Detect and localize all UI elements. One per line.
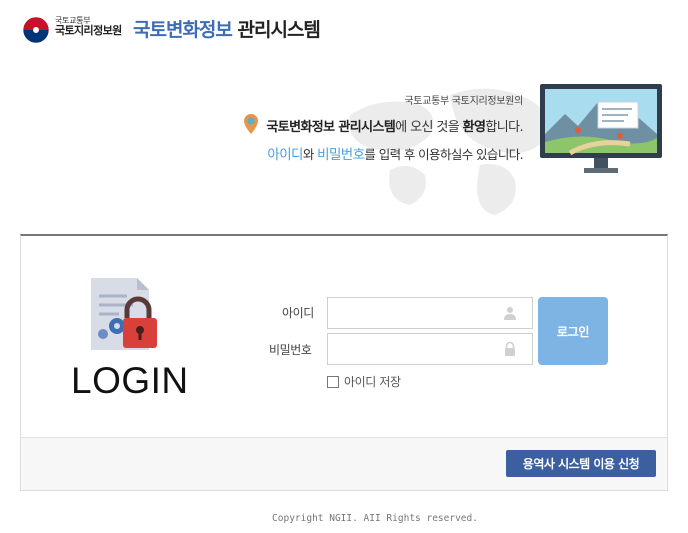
welcome-text-mid: 에 오신 것을 [395,120,463,135]
contractor-access-request-button[interactable]: 용역사 시스템 이용 신청 [506,450,656,477]
instruction-id: 아이디 [267,147,303,163]
system-title-rest: 관리시스템 [237,19,321,41]
id-label: 아이디 [282,306,314,320]
password-label: 비밀번호 [269,343,312,357]
header: 국토교통부 국토지리정보원 국토변화정보 관리시스템 [0,0,688,70]
lock-icon [505,342,515,356]
org-name: 국토지리정보원 [55,24,122,38]
login-heading: LOGIN [71,360,189,401]
lock-document-illustration [91,278,157,350]
login-button[interactable]: 로그인 [538,297,608,365]
save-id-option[interactable]: 아이디 저장 [327,373,401,390]
copyright: Copyright NGII. AII Rights reserved. [272,513,478,524]
map-pin-icon [244,114,259,134]
welcome-line-greeting: 국토변화정보 관리시스템에 오신 것을 환영합니다. [244,114,524,135]
system-title: 국토변화정보 관리시스템 [133,15,321,42]
system-title-highlight: 국토변화정보 [133,19,233,41]
welcome-line-instruction: 아이디와 비밀번호를 입력 후 이용하실수 있습니다. [266,143,523,163]
welcome-line-org: 국토교통부 국토지리정보원의 [404,96,523,107]
welcome-message: 국토교통부 국토지리정보원의 국토변화정보 관리시스템에 오신 것을 환영합니다… [244,92,524,163]
welcome-system-name: 국토변화정보 관리시스템 [266,120,396,135]
instruction-end: 를 입력 후 이용하실수 있습니다. [364,147,523,162]
user-icon [504,307,516,320]
save-id-checkbox[interactable] [327,375,339,388]
monitor-map-illustration [540,84,662,173]
government-emblem-icon [22,16,50,44]
organization-name: 국토교통부 국토지리정보원 [55,16,122,38]
instruction-password: 비밀번호 [317,147,365,163]
save-id-label[interactable]: 아이디 저장 [344,373,401,390]
welcome-text-end: 합니다. [485,120,523,135]
instruction-and: 와 [302,147,318,162]
welcome-text-bold: 환영 [462,120,486,135]
login-panel-footer: 용역사 시스템 이용 신청 [21,437,667,490]
login-panel: LOGIN 아이디 비밀번호 로그인 아이디 저장 용역사 시스템 이용 신청 [20,234,668,491]
